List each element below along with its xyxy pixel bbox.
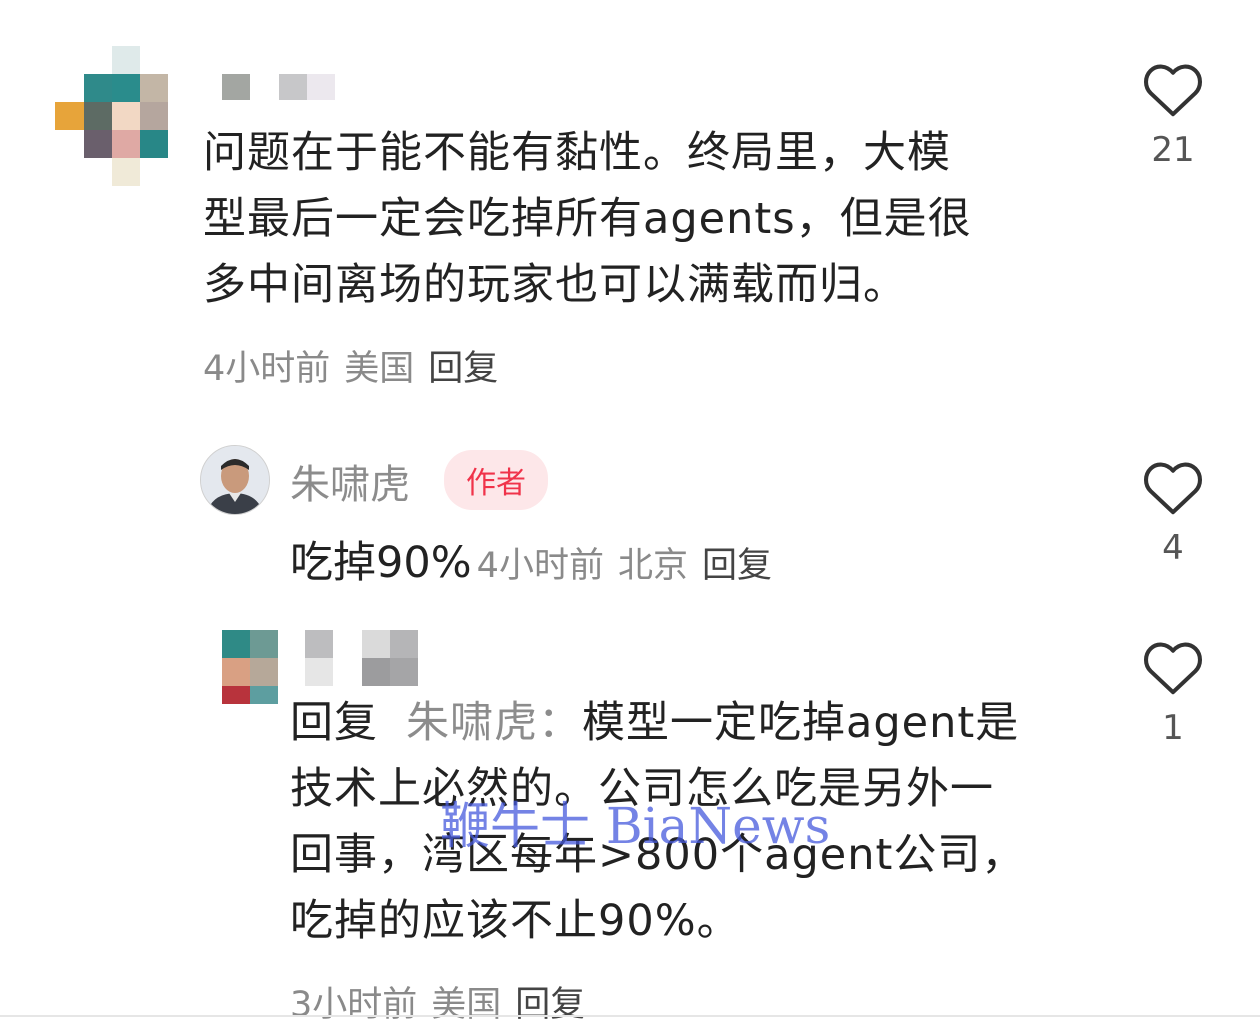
heart-outline-icon: [1143, 462, 1203, 515]
reply-meta: 4小时前 北京 回复: [477, 546, 786, 586]
user-avatar-pixelated[interactable]: [55, 46, 170, 186]
like-count: 21: [1151, 130, 1195, 170]
like-button[interactable]: 1: [1138, 640, 1208, 748]
comment-line: 模型一定吃掉agent是: [582, 698, 1020, 748]
heart-outline-icon: [1143, 642, 1203, 695]
reply-first-line: 回复 朱啸虎：模型一定吃掉agent是: [290, 690, 1090, 756]
reply-location: 北京: [617, 546, 688, 586]
divider: [0, 1015, 1260, 1017]
reply-text: 回复 朱啸虎：模型一定吃掉agent是 技术上必然的。公司怎么吃是另外一 回事，湾…: [290, 690, 1090, 954]
reply-text: 吃掉90%: [290, 538, 472, 588]
reply-time: 3小时前: [290, 985, 418, 1025]
comment-line: 型最后一定会吃掉所有agents，但是很: [203, 194, 972, 244]
like-count: 4: [1162, 528, 1184, 568]
username-pixelated[interactable]: [222, 74, 337, 102]
comment-line: 回事，湾区每年>800个agent公司，: [290, 830, 1026, 880]
comment-line: 多中间离场的玩家也可以满载而归。: [203, 260, 907, 310]
comment-location: 美国: [344, 349, 415, 389]
reply-to-name[interactable]: 朱啸虎：: [406, 698, 582, 748]
author-avatar[interactable]: [200, 445, 270, 515]
reply-time: 4小时前: [476, 546, 604, 586]
reply-button[interactable]: 回复: [428, 349, 498, 389]
person-photo-icon: [201, 446, 269, 514]
reply-button[interactable]: 回复: [515, 985, 585, 1025]
like-button[interactable]: 21: [1138, 62, 1208, 170]
author-badge: 作者: [444, 450, 548, 510]
reply-line: 吃掉90% 4小时前 北京 回复: [290, 528, 786, 590]
comment-line: 吃掉的应该不止90%。: [290, 896, 741, 946]
comment-text: 问题在于能不能有黏性。终局里，大模 型最后一定会吃掉所有agents，但是很 多…: [203, 120, 1103, 318]
heart-outline-icon: [1143, 64, 1203, 117]
reply-prefix: 回复: [290, 698, 378, 748]
like-button[interactable]: 4: [1138, 460, 1208, 568]
comment-time: 4小时前: [203, 349, 331, 389]
like-count: 1: [1162, 708, 1184, 748]
comment-meta: 4小时前 美国 回复: [203, 340, 512, 391]
user-avatar-pixelated[interactable]: [222, 630, 280, 705]
comment-line: 技术上必然的。公司怎么吃是另外一: [290, 764, 994, 814]
author-name[interactable]: 朱啸虎: [290, 452, 410, 510]
reply-button[interactable]: 回复: [702, 546, 772, 586]
reply-location: 美国: [431, 985, 502, 1025]
comment-line: 问题在于能不能有黏性。终局里，大模: [203, 128, 951, 178]
reply-meta: 3小时前 美国 回复: [290, 976, 599, 1027]
username-pixelated[interactable]: [305, 630, 425, 688]
